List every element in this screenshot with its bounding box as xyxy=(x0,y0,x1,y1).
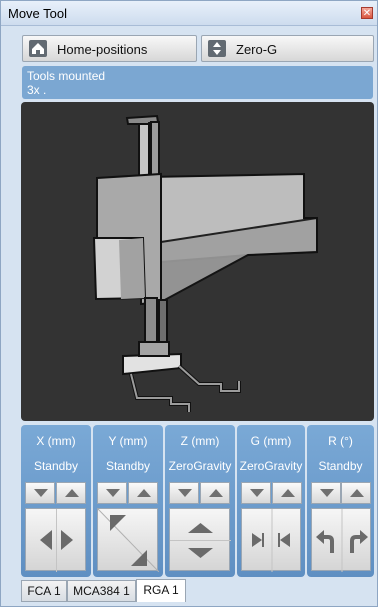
status-line-1: Tools mounted xyxy=(27,69,106,83)
robot-arm-3d-view[interactable] xyxy=(21,102,374,421)
axis-mode-x: Standby xyxy=(33,459,79,473)
rotate-right-icon xyxy=(350,530,368,553)
status-panel: Tools mounted 3x . xyxy=(22,66,373,99)
axis-header-z: Z (mm) xyxy=(180,434,220,448)
axis-mode-y: Standby xyxy=(105,459,151,473)
axis-panel-r: R (°) Standby xyxy=(307,425,374,577)
arrow-left-icon xyxy=(40,530,52,550)
home-positions-button[interactable]: Home-positions xyxy=(22,35,197,62)
title-bar[interactable]: Move Tool ✕ xyxy=(1,1,377,26)
r-step-up-button[interactable] xyxy=(341,482,371,504)
r-step-down-button[interactable] xyxy=(311,482,341,504)
close-icon[interactable]: ✕ xyxy=(361,7,373,19)
tab-mca384-1[interactable]: MCA384 1 xyxy=(67,580,136,602)
g-jog-control[interactable] xyxy=(241,508,301,572)
tab-rga-1[interactable]: RGA 1 xyxy=(136,579,186,602)
zero-g-dropdown[interactable]: Zero-G xyxy=(201,35,374,62)
y-step-down-button[interactable] xyxy=(97,482,127,504)
tab-fca-1[interactable]: FCA 1 xyxy=(21,580,67,602)
rotate-left-icon xyxy=(316,530,334,553)
axis-panel-y: Y (mm) Standby xyxy=(93,425,163,577)
axis-mode-g: ZeroGravity xyxy=(239,459,303,473)
arrow-forward-icon xyxy=(131,550,147,566)
home-positions-label: Home-positions xyxy=(57,42,148,57)
axis-header-x: X (mm) xyxy=(36,434,76,448)
up-down-arrows-icon xyxy=(208,40,226,57)
arrow-up-icon xyxy=(188,523,213,533)
home-icon xyxy=(29,40,47,57)
gripper-open-icon xyxy=(278,533,280,547)
y-jog-control[interactable] xyxy=(97,508,159,572)
zero-g-label: Zero-G xyxy=(236,42,278,57)
z-step-up-button[interactable] xyxy=(200,482,230,504)
x-step-down-button[interactable] xyxy=(25,482,55,504)
axis-panel-z: Z (mm) ZeroGravity xyxy=(165,425,235,577)
gripper-close-icon xyxy=(262,533,264,547)
axis-panel-g: G (mm) ZeroGravity xyxy=(237,425,305,577)
arrow-back-icon xyxy=(110,515,126,531)
y-step-up-button[interactable] xyxy=(128,482,158,504)
arrow-right-icon xyxy=(61,530,73,550)
z-jog-control[interactable] xyxy=(169,508,231,571)
robot-arm-illustration xyxy=(92,114,318,412)
axis-header-r: R (°) xyxy=(328,434,353,448)
g-step-up-button[interactable] xyxy=(272,482,302,504)
g-step-down-button[interactable] xyxy=(241,482,271,504)
x-jog-control[interactable] xyxy=(25,508,86,572)
r-jog-control[interactable] xyxy=(311,508,371,572)
window-title: Move Tool xyxy=(8,6,68,21)
axis-header-g: G (mm) xyxy=(250,434,292,448)
axis-mode-r: Standby xyxy=(318,459,363,473)
axis-mode-z: ZeroGravity xyxy=(168,459,232,473)
x-step-up-button[interactable] xyxy=(56,482,86,504)
status-line-2: 3x . xyxy=(27,83,47,97)
arrow-down-icon xyxy=(188,548,213,558)
z-step-down-button[interactable] xyxy=(169,482,199,504)
move-tool-window: Move Tool ✕ Home-positions Zero-G Tools … xyxy=(0,0,378,607)
axis-panel-x: X (mm) Standby xyxy=(21,425,91,577)
axis-header-y: Y (mm) xyxy=(108,434,148,448)
